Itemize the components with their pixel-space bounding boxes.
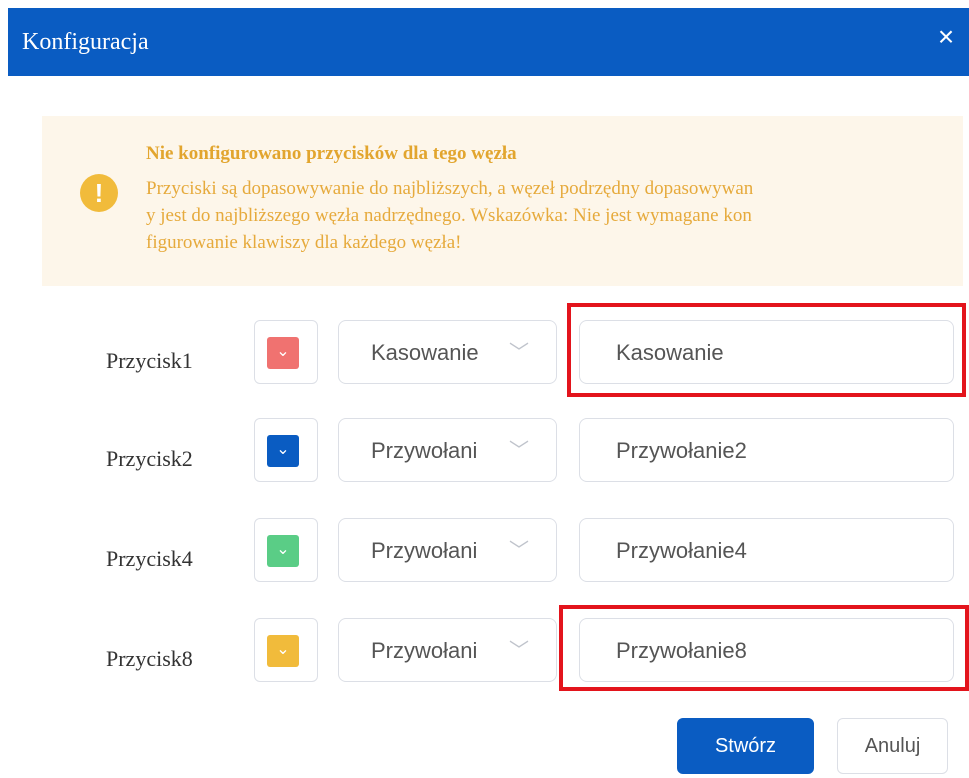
color-swatch: ⌄ <box>267 535 299 567</box>
chevron-down-icon: ﹀ <box>509 540 529 562</box>
dialog-header: Konfiguracja × <box>8 8 969 76</box>
select-value: Przywołani <box>371 638 478 663</box>
alert-message: Przyciski są dopasowywanie do najbliższy… <box>146 175 946 256</box>
input-value: Przywołanie2 <box>616 438 747 463</box>
select-value: Przywołani <box>371 438 478 463</box>
action-select[interactable]: Przywołani ﹀ <box>338 418 557 482</box>
button-row-4: Przycisk4 ⌄ Przywołani ﹀ Przywołanie4 <box>0 518 969 598</box>
action-select[interactable]: Kasowanie ﹀ <box>338 320 557 384</box>
close-icon[interactable]: × <box>933 23 959 51</box>
input-value: Kasowanie <box>616 340 724 365</box>
input-value: Przywołanie4 <box>616 538 747 563</box>
name-input[interactable]: Przywołanie2 <box>579 418 954 482</box>
chevron-down-icon: ⌄ <box>276 343 290 360</box>
chevron-down-icon: ﹀ <box>509 440 529 462</box>
cancel-button[interactable]: Anuluj <box>837 718 948 774</box>
color-picker[interactable]: ⌄ <box>254 618 318 682</box>
action-select[interactable]: Przywołani ﹀ <box>338 518 557 582</box>
chevron-down-icon: ﹀ <box>509 640 529 662</box>
select-value: Kasowanie <box>371 340 479 365</box>
action-select[interactable]: Przywołani ﹀ <box>338 618 557 682</box>
button-row-1: Przycisk1 ⌄ Kasowanie ﹀ Kasowanie <box>0 320 969 400</box>
alert-line: Przyciski są dopasowywanie do najbliższy… <box>146 178 754 199</box>
chevron-down-icon: ⌄ <box>276 441 290 458</box>
alert-line: figurowanie klawiszy dla każdego węzła! <box>146 232 462 253</box>
button-row-2: Przycisk2 ⌄ Przywołani ﹀ Przywołanie2 <box>0 418 969 498</box>
color-swatch: ⌄ <box>267 435 299 467</box>
color-swatch: ⌄ <box>267 635 299 667</box>
select-value: Przywołani <box>371 538 478 563</box>
name-input[interactable]: Przywołanie4 <box>579 518 954 582</box>
chevron-down-icon: ⌄ <box>276 541 290 558</box>
color-picker[interactable]: ⌄ <box>254 320 318 384</box>
color-picker[interactable]: ⌄ <box>254 518 318 582</box>
name-input[interactable]: Kasowanie <box>579 320 954 384</box>
name-input[interactable]: Przywołanie8 <box>579 618 954 682</box>
alert-heading: Nie konfigurowano przycisków dla tego wę… <box>146 143 517 164</box>
warning-alert: ! Nie konfigurowano przycisków dla tego … <box>42 116 963 286</box>
warning-icon: ! <box>80 174 118 212</box>
input-value: Przywołanie8 <box>616 638 747 663</box>
color-picker[interactable]: ⌄ <box>254 418 318 482</box>
button-label: Przycisk4 <box>106 546 193 571</box>
button-label: Przycisk8 <box>106 646 193 671</box>
dialog-title: Konfiguracja <box>22 29 149 55</box>
button-label: Przycisk1 <box>106 348 193 373</box>
color-swatch: ⌄ <box>267 337 299 369</box>
button-label: Przycisk2 <box>106 446 193 471</box>
chevron-down-icon: ﹀ <box>509 342 529 364</box>
chevron-down-icon: ⌄ <box>276 641 290 658</box>
create-button[interactable]: Stwórz <box>677 718 814 774</box>
alert-line: y jest do najbliższego węzła nadrzędnego… <box>146 205 752 226</box>
button-row-8: Przycisk8 ⌄ Przywołani ﹀ Przywołanie8 <box>0 618 969 698</box>
